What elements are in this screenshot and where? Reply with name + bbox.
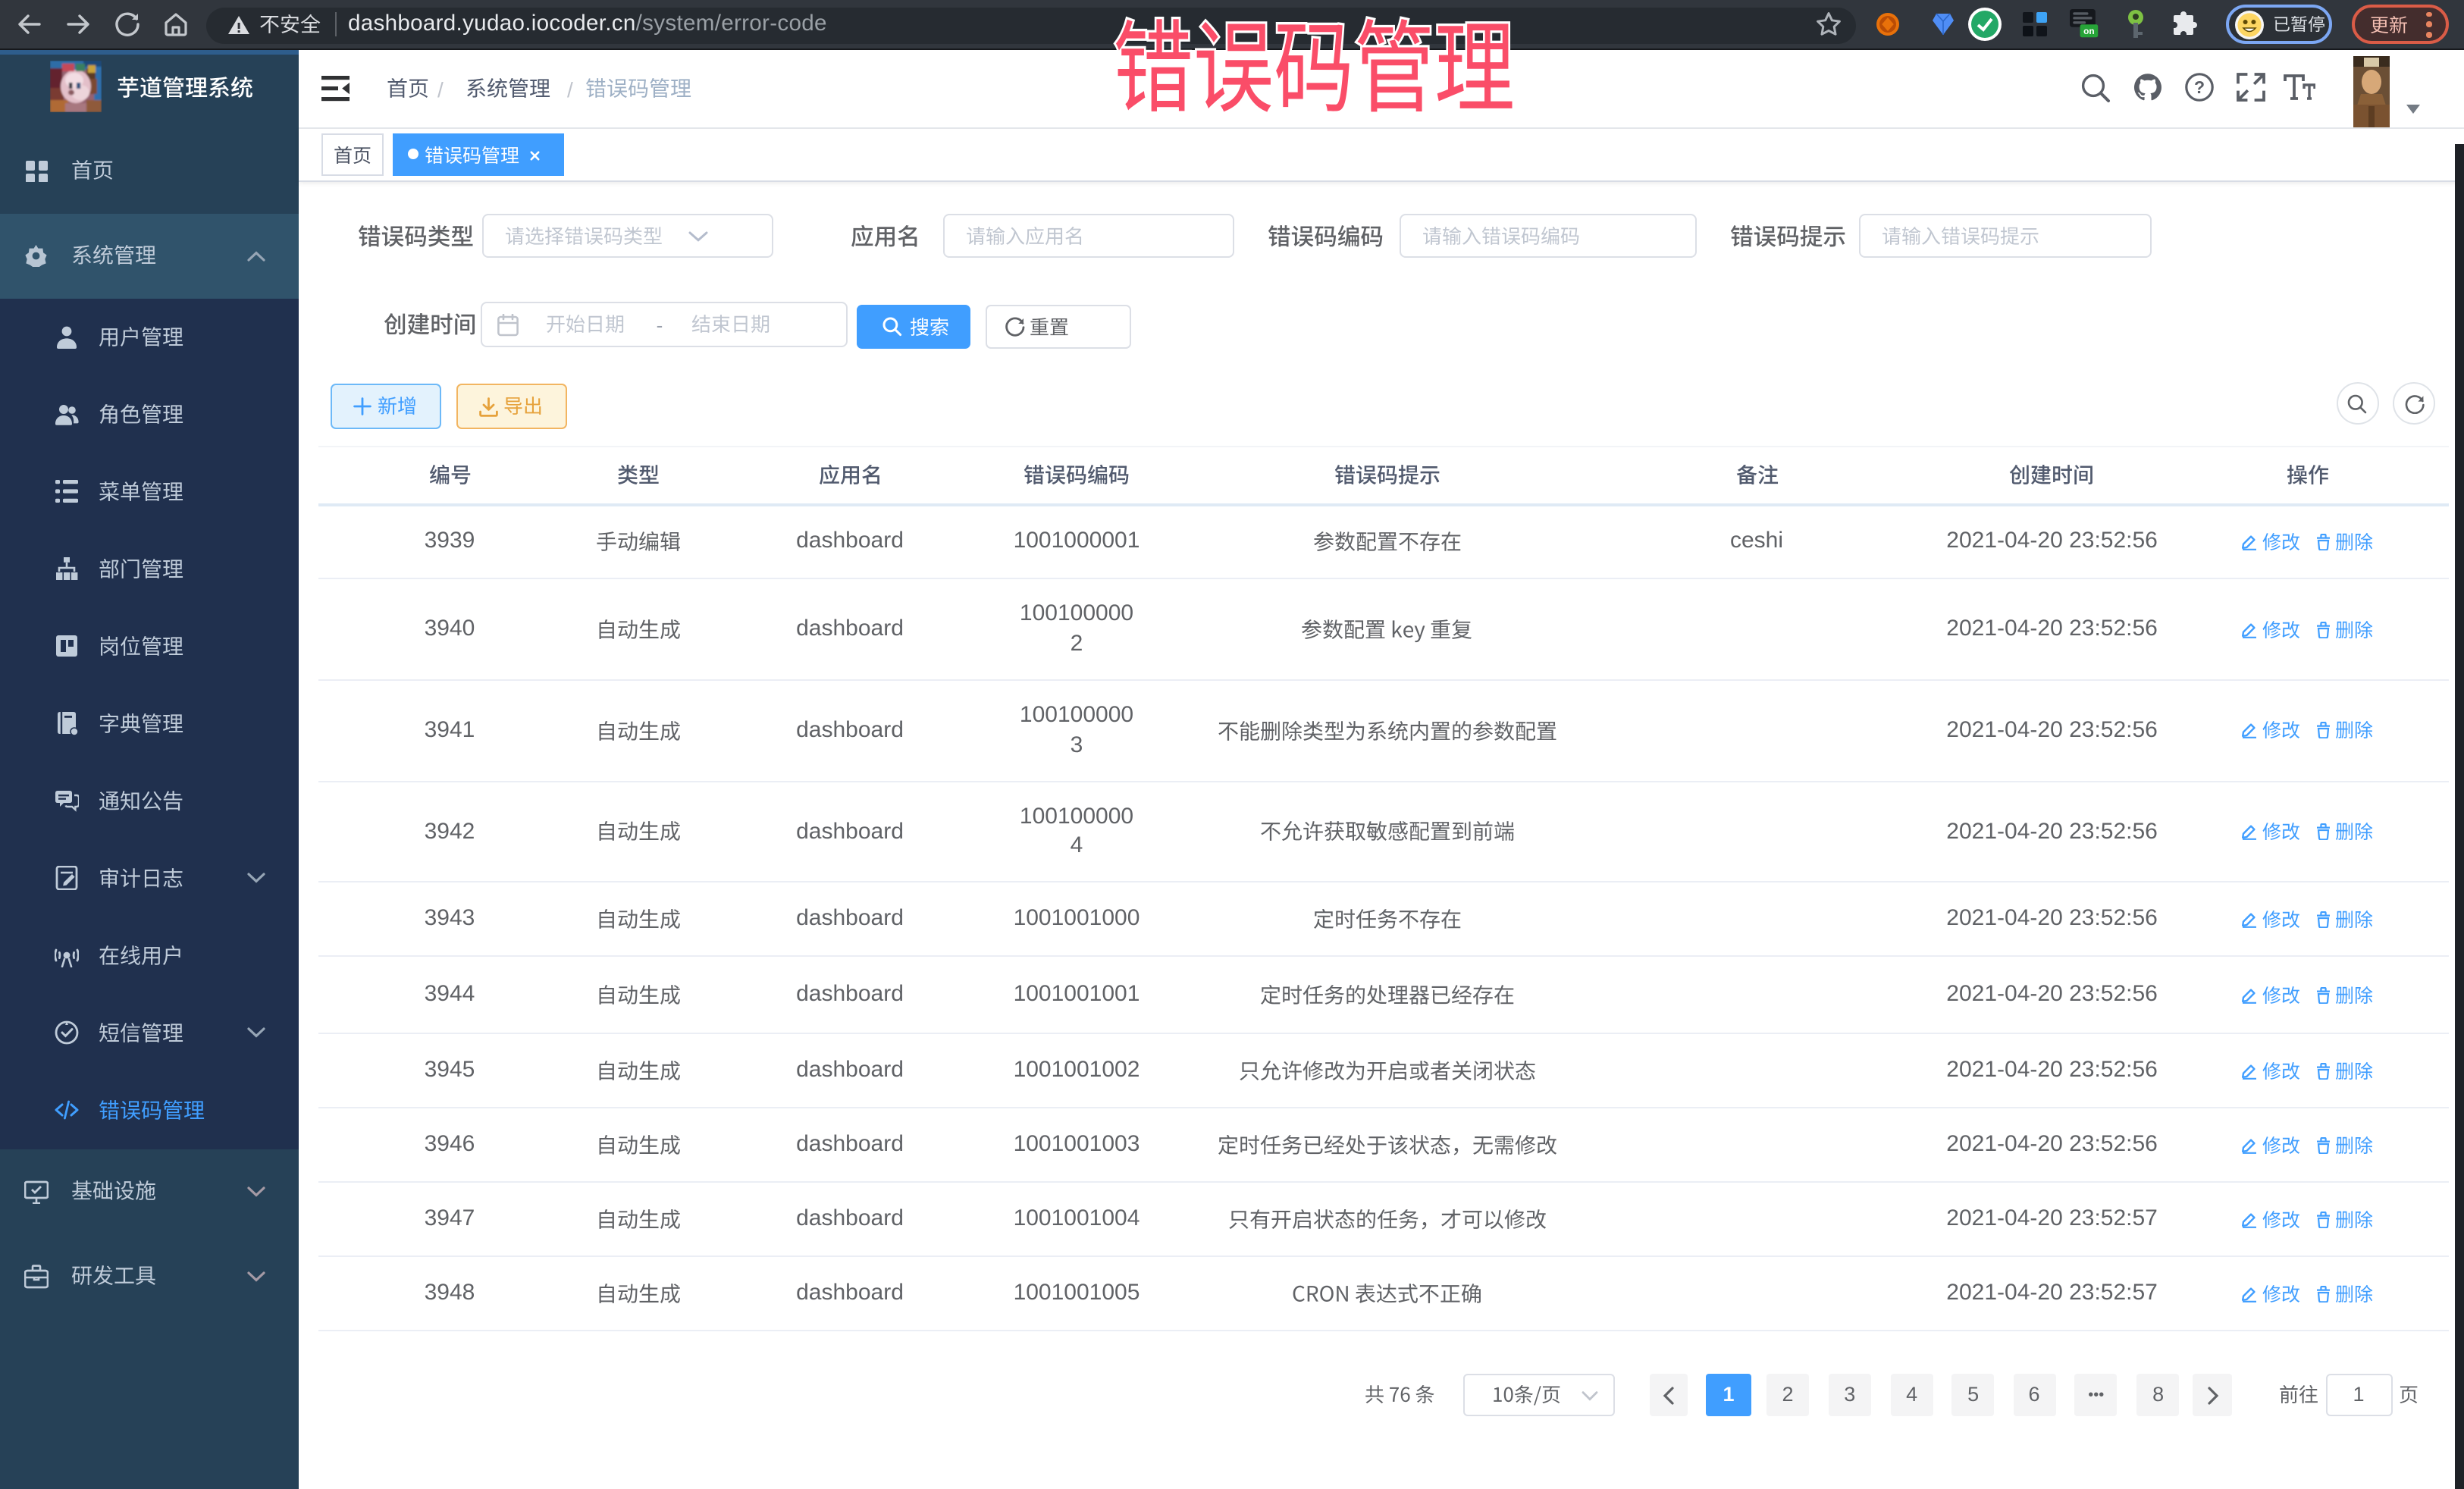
svg-text:on: on	[2083, 26, 2094, 36]
svg-text:?: ?	[2194, 77, 2205, 97]
